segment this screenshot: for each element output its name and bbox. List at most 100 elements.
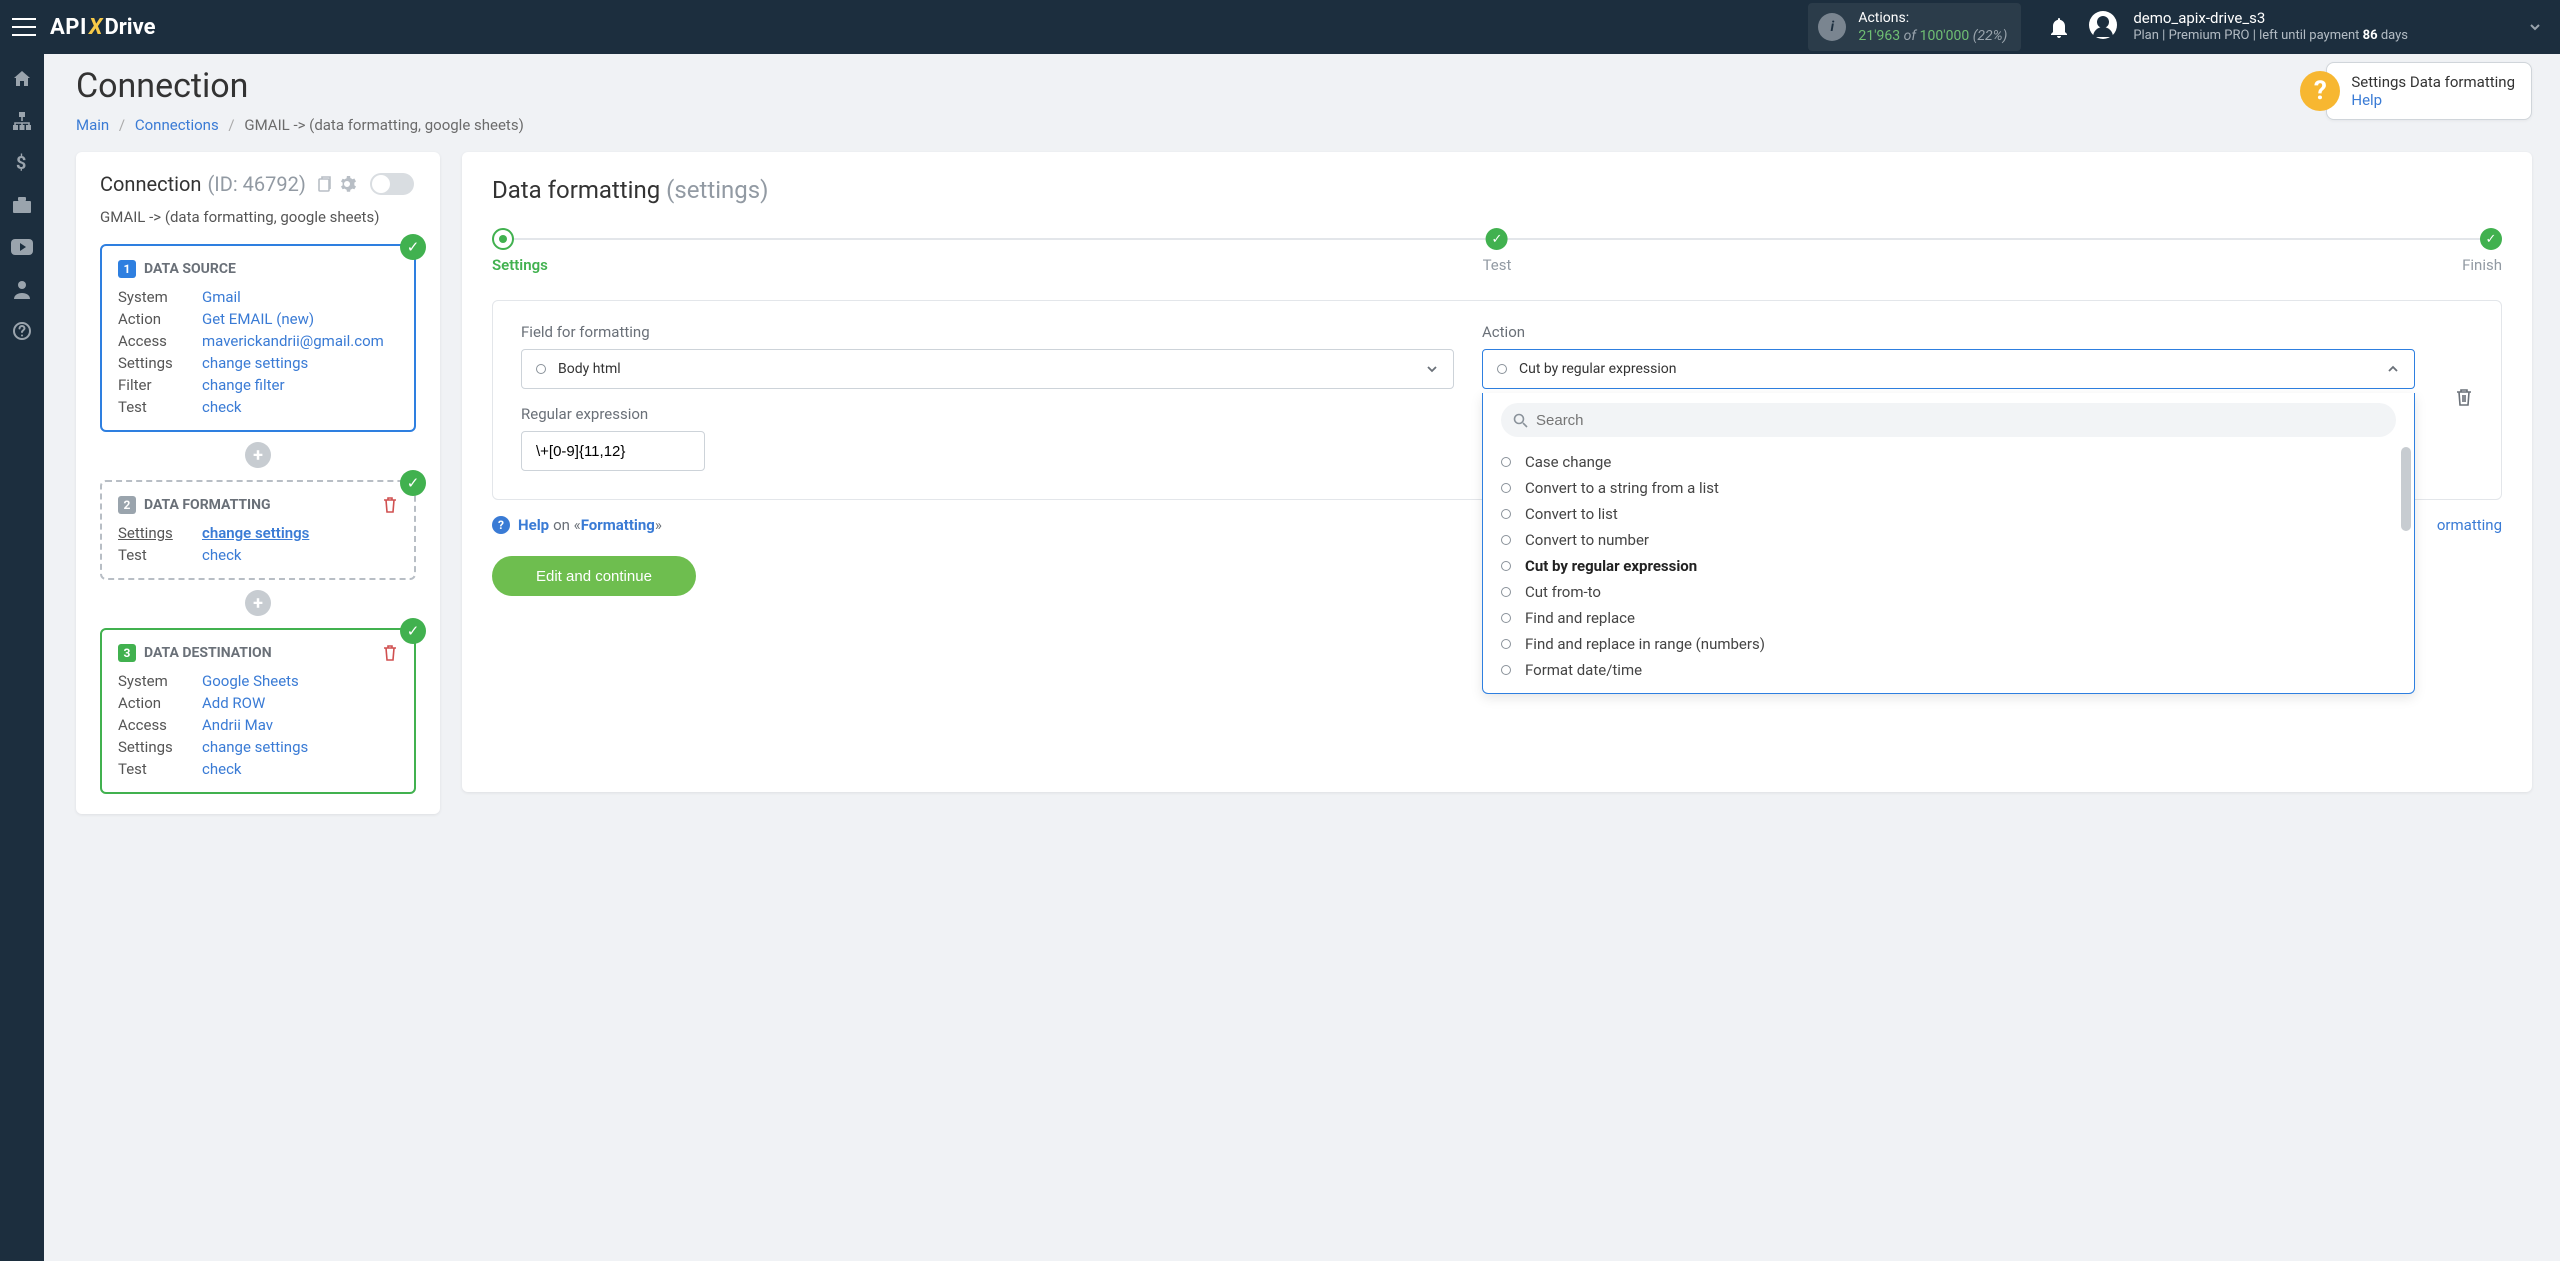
settings-panel: Data formatting (settings) Settings ✓ Te…	[462, 152, 2532, 792]
radio-icon	[536, 364, 546, 374]
page-title: Connection	[76, 66, 524, 106]
add-formatting-link[interactable]: ormatting	[2437, 516, 2502, 534]
dropdown-option[interactable]: Find and replace in range (numbers)	[1501, 631, 2406, 657]
dropdown-option[interactable]: Convert to a string from a list	[1501, 475, 2406, 501]
action-select[interactable]: Cut by regular expression	[1482, 349, 2415, 389]
dropdown-option[interactable]: Case change	[1501, 449, 2406, 475]
source-action[interactable]: Get EMAIL (new)	[202, 310, 398, 328]
dest-system[interactable]: Google Sheets	[202, 672, 398, 690]
topbar: APIXDrive i Actions: 21'963 of 100'000 (…	[0, 0, 2560, 54]
rp-title-main: Data formatting	[492, 176, 660, 204]
radio-icon	[1497, 364, 1507, 374]
search-icon	[1513, 413, 1528, 428]
trash-icon[interactable]	[382, 496, 398, 514]
check-icon: ✓	[400, 470, 426, 496]
trash-icon[interactable]	[382, 644, 398, 662]
user-menu[interactable]: demo_apix-drive_s3 Plan | Premium PRO | …	[2133, 9, 2408, 45]
step-dot-finish[interactable]: ✓	[2480, 228, 2502, 250]
action-value: Cut by regular expression	[1519, 361, 1676, 377]
help-icon[interactable]	[11, 320, 33, 342]
dropdown-option[interactable]: Cut by regular expression	[1501, 553, 2406, 579]
actions-counter[interactable]: i Actions: 21'963 of 100'000 (22%)	[1808, 3, 2021, 51]
help-icon: ?	[492, 516, 510, 534]
source-settings[interactable]: change settings	[202, 354, 398, 372]
field-value: Body html	[558, 361, 621, 377]
connection-id: (ID: 46792)	[207, 172, 305, 196]
dest-action[interactable]: Add ROW	[202, 694, 398, 712]
home-icon[interactable]	[11, 68, 33, 90]
step-source-title: DATA SOURCE	[144, 261, 236, 277]
sitemap-icon[interactable]	[11, 110, 33, 132]
briefcase-icon[interactable]	[11, 194, 33, 216]
dropdown-option[interactable]: Find and replace	[1501, 605, 2406, 631]
actions-total: 100'000	[1920, 28, 1970, 44]
radio-icon	[1501, 639, 1511, 649]
dest-settings[interactable]: change settings	[202, 738, 398, 756]
field-select[interactable]: Body html	[521, 349, 1454, 389]
username: demo_apix-drive_s3	[2133, 9, 2408, 29]
step-dot-test[interactable]: ✓	[1486, 228, 1508, 250]
source-system[interactable]: Gmail	[202, 288, 398, 306]
logo[interactable]: APIXDrive	[50, 15, 156, 40]
rp-title-sub: (settings)	[666, 176, 768, 204]
left-rail: $	[0, 54, 44, 1261]
chevron-down-icon[interactable]	[2528, 20, 2542, 34]
step-formatting-title: DATA FORMATTING	[144, 497, 271, 513]
chevron-up-icon	[2386, 362, 2400, 376]
dropdown-option[interactable]: Cut from-to	[1501, 579, 2406, 605]
step-data-source[interactable]: ✓ 1 DATA SOURCE SystemGmail ActionGet EM…	[100, 244, 416, 432]
step-data-destination[interactable]: ✓ 3 DATA DESTINATION SystemGoogle Sheets…	[100, 628, 416, 794]
source-filter[interactable]: change filter	[202, 376, 398, 394]
notifications-icon[interactable]	[2049, 16, 2069, 38]
actions-of: of	[1904, 28, 1916, 44]
source-access[interactable]: maverickandrii@gmail.com	[202, 332, 398, 350]
regex-label: Regular expression	[521, 405, 1454, 423]
dropdown-option[interactable]: Format date/time	[1501, 657, 2406, 683]
actions-pct: (22%)	[1973, 28, 2008, 44]
crumb-current: GMAIL -> (data formatting, google sheets…	[244, 116, 523, 134]
radio-icon	[1501, 457, 1511, 467]
menu-toggle[interactable]	[12, 18, 36, 36]
step-dot-settings[interactable]	[492, 228, 514, 250]
radio-icon	[1501, 561, 1511, 571]
help-topic-link[interactable]: Formatting	[581, 516, 655, 534]
source-test[interactable]: check	[202, 398, 398, 416]
field-label: Field for formatting	[521, 323, 1454, 341]
user-icon[interactable]	[11, 278, 33, 300]
help-callout-link[interactable]: Help	[2351, 91, 2382, 109]
crumb-main[interactable]: Main	[76, 116, 109, 134]
dollar-icon[interactable]: $	[11, 152, 33, 174]
radio-icon	[1501, 613, 1511, 623]
delete-formatting-button[interactable]	[2455, 323, 2473, 471]
dest-access[interactable]: Andrii Mav	[202, 716, 398, 734]
radio-icon	[1501, 535, 1511, 545]
connection-header: Connection	[100, 172, 201, 196]
dropdown-search[interactable]	[1501, 403, 2396, 437]
check-icon: ✓	[400, 618, 426, 644]
connection-panel: Connection (ID: 46792) GMAIL -> (data fo…	[76, 152, 440, 814]
add-step-button[interactable]: +	[245, 590, 271, 616]
edit-continue-button[interactable]: Edit and continue	[492, 556, 696, 596]
copy-icon[interactable]	[316, 175, 332, 193]
formatting-settings[interactable]: change settings	[202, 524, 398, 542]
crumb-connections[interactable]: Connections	[135, 116, 219, 134]
gear-icon[interactable]	[338, 175, 356, 193]
regex-input[interactable]	[521, 431, 705, 471]
connection-toggle[interactable]	[370, 173, 414, 195]
chevron-down-icon	[1425, 362, 1439, 376]
formatting-test[interactable]: check	[202, 546, 398, 564]
dropdown-option[interactable]: Convert to number	[1501, 527, 2406, 553]
step-data-formatting[interactable]: ✓ 2 DATA FORMATTING Settingschange setti…	[100, 480, 416, 580]
stepper: Settings ✓ Test ✓ Finish	[492, 228, 2502, 274]
help-link[interactable]: Help	[518, 516, 549, 534]
dropdown-search-input[interactable]	[1536, 412, 2384, 429]
radio-icon	[1501, 509, 1511, 519]
dest-test[interactable]: check	[202, 760, 398, 778]
dropdown-option[interactable]: Convert to list	[1501, 501, 2406, 527]
user-avatar-icon[interactable]	[2089, 11, 2117, 43]
add-step-button[interactable]: +	[245, 442, 271, 468]
youtube-icon[interactable]	[11, 236, 33, 258]
scrollbar[interactable]	[2401, 447, 2411, 531]
action-label: Action	[1482, 323, 2415, 341]
connection-subtitle: GMAIL -> (data formatting, google sheets…	[100, 208, 416, 226]
